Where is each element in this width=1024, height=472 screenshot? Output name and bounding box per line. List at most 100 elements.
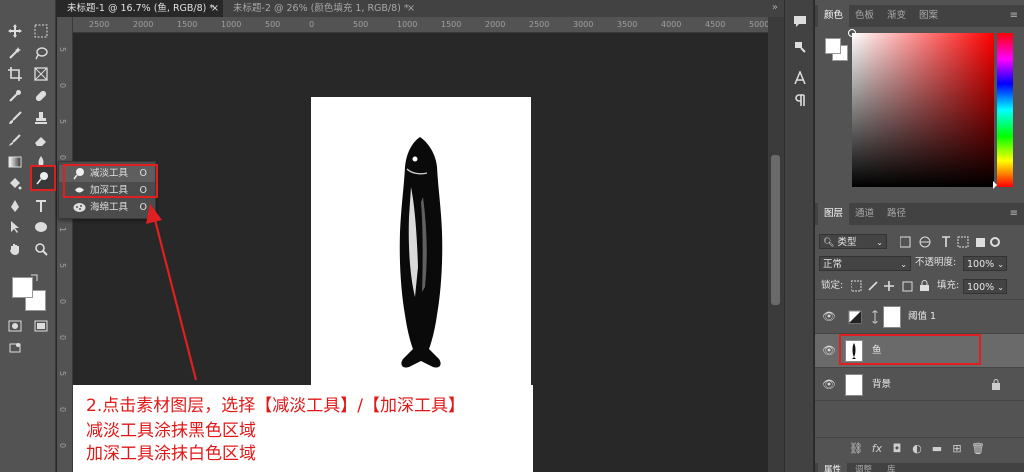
zoom-tool-icon[interactable] xyxy=(31,239,51,259)
gradient-tool-icon[interactable] xyxy=(5,152,25,172)
move-tool-icon[interactable] xyxy=(5,21,25,41)
character-icon[interactable] xyxy=(791,70,809,89)
tab-channels[interactable]: 通道 xyxy=(849,203,880,225)
ruler-tick-label: 0 xyxy=(58,407,67,413)
marquee-tool-icon[interactable] xyxy=(31,21,51,41)
tab-document-1[interactable]: 未标题-1 @ 16.7% (鱼, RGB/8) * × xyxy=(57,0,223,17)
ruler-tick-label: 1000 xyxy=(397,20,418,29)
panel-foreground-swatch[interactable] xyxy=(825,38,841,54)
delete-layer-icon[interactable]: 🗑︎ xyxy=(971,443,985,455)
layer-filter-icons[interactable] xyxy=(900,235,1000,249)
layer-thumbnail[interactable] xyxy=(845,340,863,362)
eye-icon[interactable]: 👁︎ xyxy=(822,378,836,391)
picker-cursor xyxy=(848,29,856,37)
type-tool-icon[interactable] xyxy=(31,196,51,216)
stamp-tool-icon[interactable] xyxy=(31,108,51,128)
layer-style-icon[interactable]: fx xyxy=(871,443,883,455)
paint-bucket-tool-icon[interactable] xyxy=(5,174,25,194)
tab-patterns[interactable]: 图案 xyxy=(913,5,944,27)
menu-item-dodge-tool[interactable]: 减淡工具 O xyxy=(59,165,155,182)
extras-icon[interactable] xyxy=(5,338,25,358)
paragraph-icon[interactable] xyxy=(791,93,809,111)
hue-slider-thumb[interactable] xyxy=(993,181,997,189)
layer-row-threshold[interactable]: 👁︎ 阈值 1 xyxy=(815,299,1024,333)
fill-field[interactable]: 100% ⌄ xyxy=(963,279,1007,294)
dodge-tool-icon[interactable] xyxy=(31,166,55,190)
close-icon[interactable]: × xyxy=(407,0,415,17)
hue-slider[interactable] xyxy=(993,33,1013,189)
ruler-tick-label: 3000 xyxy=(573,20,594,29)
link-layers-icon[interactable]: ⛓︎ xyxy=(849,443,863,455)
path-selection-tool-icon[interactable] xyxy=(5,217,25,237)
menu-item-shortcut: O xyxy=(139,168,147,179)
pen-tool-icon[interactable] xyxy=(5,196,25,216)
tab-layers[interactable]: 图层 xyxy=(818,203,850,225)
ruler-tick-label: 0 xyxy=(58,155,67,161)
comments-icon[interactable] xyxy=(791,14,809,32)
ruler-tick-label: 0 xyxy=(58,299,67,305)
menu-item-burn-tool[interactable]: 加深工具 O xyxy=(59,182,155,199)
history-brush-tool-icon[interactable] xyxy=(5,130,25,150)
new-group-icon[interactable]: ▬ xyxy=(931,443,943,455)
tab-gradients[interactable]: 渐变 xyxy=(881,5,912,27)
add-mask-icon[interactable]: ◘ xyxy=(891,443,903,455)
tab-libraries[interactable]: 库 xyxy=(881,463,902,472)
ellipse-tool-icon[interactable] xyxy=(31,217,51,237)
layer-filter-select[interactable]: 🔍︎ 类型 ⌄ xyxy=(819,234,887,249)
tab-document-2[interactable]: 未标题-2 @ 26% (颜色填充 1, RGB/8) * × xyxy=(223,0,419,17)
layer-thumbnail[interactable] xyxy=(845,374,863,396)
eraser-tool-icon[interactable] xyxy=(31,130,51,150)
fill-value: 100% xyxy=(967,282,995,293)
frame-tool-icon[interactable] xyxy=(31,64,51,84)
learn-icon[interactable] xyxy=(791,40,809,58)
layer-name: 鱼 xyxy=(872,345,882,356)
tab-adjustments[interactable]: 调整 xyxy=(849,463,878,472)
ruler-tick-label: 5 xyxy=(58,47,67,53)
brush-tool-icon[interactable] xyxy=(5,108,25,128)
tab-overflow-icon[interactable]: » xyxy=(772,2,778,13)
quick-mask-icon[interactable] xyxy=(5,316,25,336)
panel-menu-icon[interactable]: ≡ xyxy=(1010,208,1018,219)
properties-panel-tabs: 属性 调整 库 xyxy=(815,463,1024,472)
adjustment-layer-icon[interactable]: ◐ xyxy=(911,443,923,455)
close-icon[interactable]: × xyxy=(211,0,219,17)
foreground-color-swatch[interactable] xyxy=(12,277,33,298)
threshold-adjustment-icon xyxy=(848,310,862,324)
eye-icon[interactable]: 👁︎ xyxy=(822,310,836,323)
eyedropper-tool-icon[interactable] xyxy=(5,86,25,106)
tab-swatches[interactable]: 色板 xyxy=(849,5,880,27)
lock-label: 锁定: xyxy=(821,280,844,291)
screen-mode-icon[interactable] xyxy=(31,316,51,336)
panel-menu-icon[interactable]: ≡ xyxy=(1010,10,1018,21)
lasso-tool-icon[interactable] xyxy=(31,43,51,63)
tab-color[interactable]: 颜色 xyxy=(818,5,850,27)
lock-icons[interactable] xyxy=(851,280,931,292)
layer-row-background[interactable]: 👁︎ 背景 xyxy=(815,367,1024,401)
chain-link-icon[interactable] xyxy=(870,310,880,324)
lock-icon[interactable] xyxy=(991,379,1001,390)
healing-brush-tool-icon[interactable] xyxy=(31,86,51,106)
magic-wand-tool-icon[interactable] xyxy=(5,43,25,63)
hand-tool-icon[interactable] xyxy=(5,239,25,259)
color-picker-field[interactable] xyxy=(848,29,994,187)
layer-name: 背景 xyxy=(872,379,892,390)
crop-tool-icon[interactable] xyxy=(5,64,25,84)
tab-label: 未标题-2 @ 26% (颜色填充 1, RGB/8) * xyxy=(233,3,409,14)
ruler-tick-label: 2000 xyxy=(485,20,506,29)
opacity-field[interactable]: 100% ⌄ xyxy=(963,256,1007,271)
ruler-tick-label: 1000 xyxy=(221,20,242,29)
blend-mode-select[interactable]: 正常 ⌄ xyxy=(819,256,911,271)
scrollbar-thumb[interactable] xyxy=(771,155,780,305)
instruction-note: 2.点击素材图层，选择【减淡工具】/【加深工具】 减淡工具涂抹黑色区域 加深工具… xyxy=(73,385,533,472)
tab-properties[interactable]: 属性 xyxy=(818,463,848,472)
collapsed-panels-column xyxy=(784,0,814,472)
new-layer-icon[interactable]: ⊞ xyxy=(951,443,963,455)
opacity-label: 不透明度: xyxy=(915,257,957,268)
layer-row-fish[interactable]: 👁︎ 鱼 xyxy=(815,333,1024,367)
ruler-tick-label: 500 xyxy=(265,20,281,29)
layer-name: 阈值 1 xyxy=(908,311,937,322)
eye-icon[interactable]: 👁︎ xyxy=(822,344,836,357)
layer-mask-thumbnail[interactable] xyxy=(883,306,901,328)
blend-mode-value: 正常 xyxy=(823,259,843,270)
tab-paths[interactable]: 路径 xyxy=(881,203,912,225)
